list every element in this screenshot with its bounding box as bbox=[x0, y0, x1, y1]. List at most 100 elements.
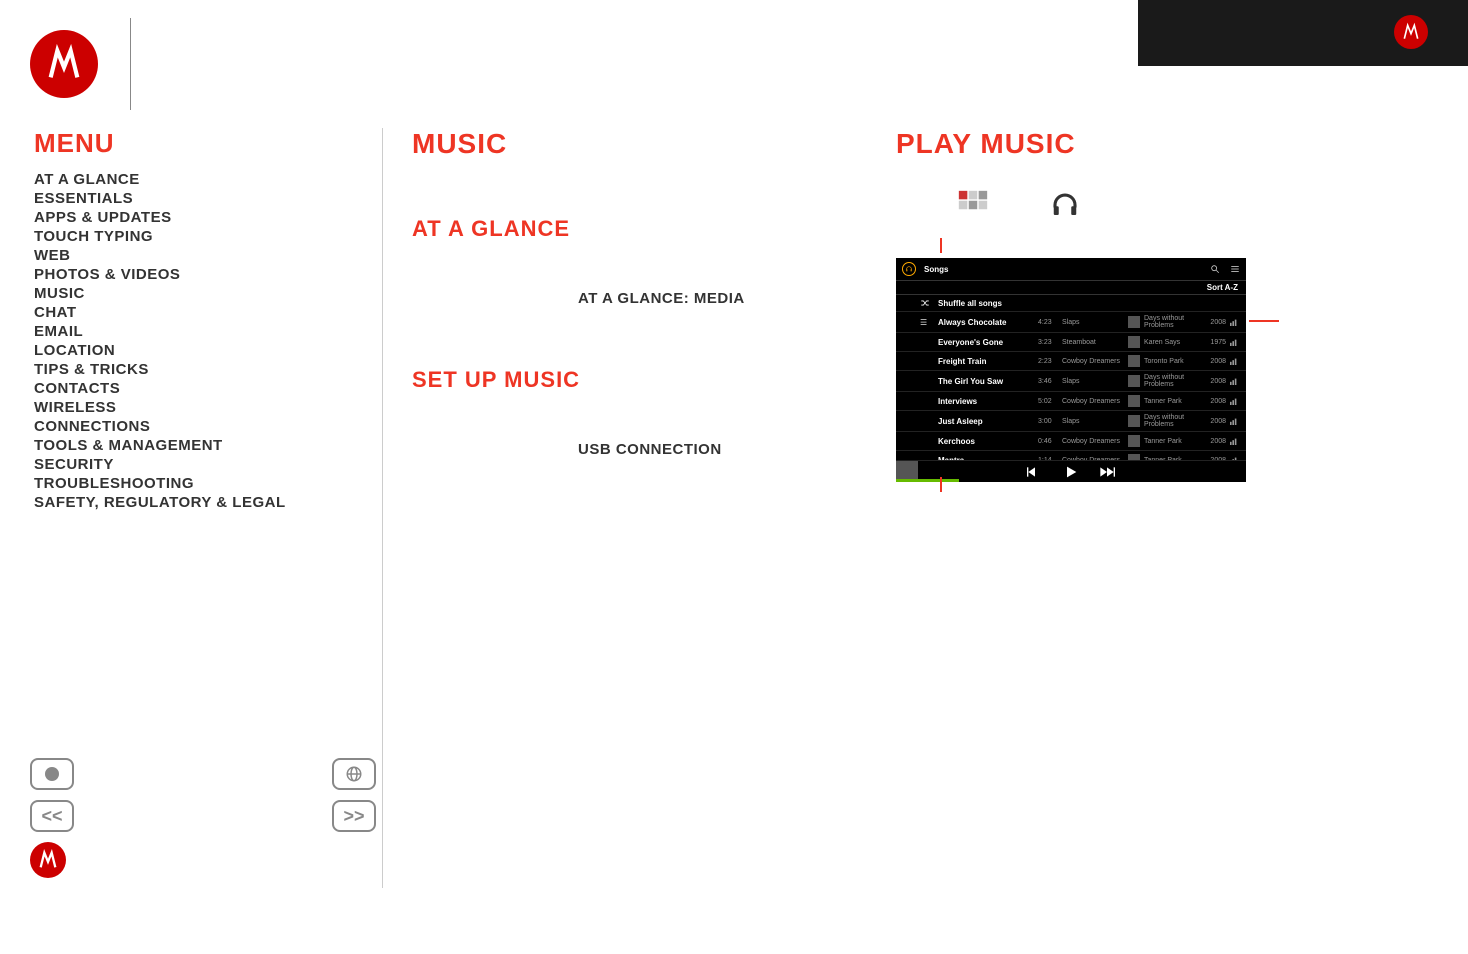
queue-icon[interactable] bbox=[1230, 264, 1240, 274]
menu-item[interactable]: PHOTOS & VIDEOS bbox=[34, 266, 334, 283]
song-artist: Cowboy Dreamers bbox=[1062, 358, 1128, 365]
song-title: Always Chocolate bbox=[938, 318, 1038, 327]
callout-marker-icon bbox=[1249, 320, 1279, 322]
song-row[interactable]: Freight Train 2:23 Cowboy Dreamers Toron… bbox=[896, 352, 1246, 371]
home-button[interactable] bbox=[30, 758, 74, 790]
song-album: Tanner Park bbox=[1144, 398, 1202, 405]
signal-icon bbox=[1230, 338, 1238, 346]
forward-button[interactable]: >> bbox=[332, 800, 376, 832]
subsection-at-a-glance-media[interactable]: AT A GLANCE: MEDIA bbox=[578, 290, 852, 307]
sort-row[interactable]: Sort A-Z bbox=[896, 281, 1246, 295]
song-album: Tanner Park bbox=[1144, 438, 1202, 445]
play-music-panel: PLAY MUSIC Songs Sort A-Z Shuffle all so… bbox=[896, 128, 1376, 482]
previous-icon[interactable] bbox=[1027, 464, 1043, 480]
menu-item[interactable]: MUSIC bbox=[34, 285, 334, 302]
back-button[interactable]: << bbox=[30, 800, 74, 832]
motorola-logo-icon bbox=[1394, 15, 1428, 49]
motorola-logo-icon bbox=[30, 30, 98, 98]
music-player-screenshot: Songs Sort A-Z Shuffle all songs ☰ Alway… bbox=[896, 258, 1246, 482]
circle-icon bbox=[45, 767, 59, 781]
next-icon[interactable] bbox=[1099, 464, 1115, 480]
song-album: Days without Problems bbox=[1144, 414, 1202, 428]
song-album: Karen Says bbox=[1144, 339, 1202, 346]
song-row[interactable]: Just Asleep 3:00 Slaps Days without Prob… bbox=[896, 411, 1246, 432]
song-artist: Slaps bbox=[1062, 319, 1128, 326]
song-year: 2008 bbox=[1202, 319, 1226, 326]
song-album: Days without Problems bbox=[1144, 374, 1202, 388]
signal-icon bbox=[1230, 437, 1238, 445]
play-music-heading: PLAY MUSIC bbox=[896, 128, 1376, 160]
signal-icon bbox=[1230, 377, 1238, 385]
menu-item[interactable]: TIPS & TRICKS bbox=[34, 361, 334, 378]
menu-panel: MENU AT A GLANCEESSENTIALSAPPS & UPDATES… bbox=[34, 128, 334, 513]
song-artist: Slaps bbox=[1062, 418, 1128, 425]
menu-item[interactable]: TOOLS & MANAGEMENT bbox=[34, 437, 334, 454]
signal-icon bbox=[1230, 357, 1238, 365]
song-album: Days without Problems bbox=[1144, 315, 1202, 329]
search-icon[interactable] bbox=[1210, 264, 1220, 274]
section-heading-at-a-glance: AT A GLANCE bbox=[412, 216, 852, 242]
menu-item[interactable]: AT A GLANCE bbox=[34, 171, 334, 188]
song-row[interactable]: Everyone's Gone 3:23 Steamboat Karen Say… bbox=[896, 333, 1246, 352]
song-title: Everyone's Gone bbox=[938, 338, 1038, 347]
section-heading-set-up-music: SET UP MUSIC bbox=[412, 367, 852, 393]
app-icons-row bbox=[956, 188, 1376, 222]
column-divider bbox=[382, 128, 383, 888]
now-playing-bar[interactable] bbox=[896, 460, 1246, 482]
song-artist: Steamboat bbox=[1062, 339, 1128, 346]
song-row[interactable]: The Girl You Saw 3:46 Slaps Days without… bbox=[896, 371, 1246, 392]
album-art-icon bbox=[1128, 316, 1140, 328]
forward-label: >> bbox=[343, 806, 364, 827]
divider bbox=[130, 18, 131, 110]
song-title: Interviews bbox=[938, 397, 1038, 406]
album-art-icon bbox=[1128, 395, 1140, 407]
play-icon[interactable] bbox=[1063, 464, 1079, 480]
menu-item[interactable]: CONTACTS bbox=[34, 380, 334, 397]
song-duration: 5:02 bbox=[1038, 398, 1062, 405]
menu-item[interactable]: ESSENTIALS bbox=[34, 190, 334, 207]
song-duration: 4:23 bbox=[1038, 319, 1062, 326]
menu-item[interactable]: EMAIL bbox=[34, 323, 334, 340]
menu-item[interactable]: APPS & UPDATES bbox=[34, 209, 334, 226]
song-year: 1975 bbox=[1202, 339, 1226, 346]
playback-controls bbox=[896, 464, 1246, 480]
song-year: 2008 bbox=[1202, 438, 1226, 445]
music-player-header: Songs bbox=[896, 258, 1246, 281]
shuffle-label: Shuffle all songs bbox=[938, 299, 1002, 308]
songs-tab[interactable]: Songs bbox=[924, 265, 948, 274]
menu-item[interactable]: TOUCH TYPING bbox=[34, 228, 334, 245]
song-row[interactable]: Kerchoos 0:46 Cowboy Dreamers Tanner Par… bbox=[896, 432, 1246, 451]
song-duration: 3:46 bbox=[1038, 378, 1062, 385]
song-duration: 2:23 bbox=[1038, 358, 1062, 365]
globe-button[interactable] bbox=[332, 758, 376, 790]
song-title: Kerchoos bbox=[938, 437, 1038, 446]
album-art-icon bbox=[1128, 375, 1140, 387]
song-row[interactable]: Interviews 5:02 Cowboy Dreamers Tanner P… bbox=[896, 392, 1246, 411]
menu-list: AT A GLANCE ESSENTIALS APPS & UPDATES TOUCH… bbox=[34, 171, 334, 511]
menu-item[interactable]: CHAT bbox=[34, 304, 334, 321]
song-year: 2008 bbox=[1202, 418, 1226, 425]
content-panel: MUSIC AT A GLANCE AT A GLANCE: MEDIA SET… bbox=[412, 128, 852, 518]
motorola-logo-icon bbox=[30, 842, 66, 878]
headphones-small-icon bbox=[902, 262, 916, 276]
page-title: MUSIC bbox=[412, 128, 852, 160]
menu-item[interactable]: LOCATION bbox=[34, 342, 334, 359]
shuffle-icon bbox=[920, 298, 930, 308]
callout-marker-icon bbox=[940, 477, 942, 492]
album-art-icon bbox=[1128, 415, 1140, 427]
menu-item[interactable]: SAFETY, REGULATORY & LEGAL bbox=[34, 494, 334, 511]
subsection-usb-connection[interactable]: USB CONNECTION bbox=[578, 441, 852, 458]
progress-bar[interactable] bbox=[896, 479, 959, 482]
menu-item[interactable]: CONNECTIONS bbox=[34, 418, 334, 435]
menu-item[interactable]: TROUBLESHOOTING bbox=[34, 475, 334, 492]
album-art-icon bbox=[1128, 336, 1140, 348]
music-studio-icon[interactable] bbox=[956, 188, 990, 222]
headphones-icon[interactable] bbox=[1050, 190, 1080, 220]
shuffle-row[interactable]: Shuffle all songs bbox=[896, 295, 1246, 312]
song-duration: 0:46 bbox=[1038, 438, 1062, 445]
song-row[interactable]: ☰ Always Chocolate 4:23 Slaps Days witho… bbox=[896, 312, 1246, 333]
menu-item[interactable]: WEB bbox=[34, 247, 334, 264]
menu-item[interactable]: SECURITY bbox=[34, 456, 334, 473]
menu-item[interactable]: WIRELESS bbox=[34, 399, 334, 416]
globe-icon bbox=[345, 765, 363, 783]
